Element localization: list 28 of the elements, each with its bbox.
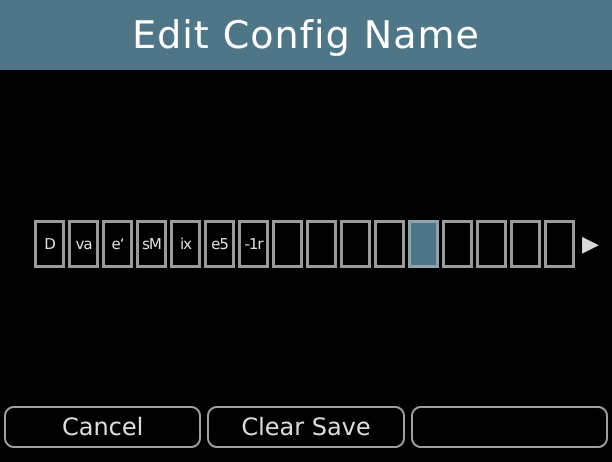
next-arrow[interactable]: ▶ [582, 228, 599, 260]
character-text: e5 [211, 234, 228, 255]
character-cell[interactable] [272, 220, 303, 268]
character-text: sM [142, 234, 161, 255]
character-cell[interactable] [510, 220, 541, 268]
character-cell[interactable] [442, 220, 473, 268]
character-text: e‘ [112, 234, 124, 255]
character-cell[interactable] [340, 220, 371, 268]
character-cell[interactable]: e5 [204, 220, 235, 268]
character-cell[interactable] [306, 220, 337, 268]
character-cell[interactable] [374, 220, 405, 268]
softkey-button[interactable]: Cancel [4, 406, 202, 448]
character-cell[interactable]: e‘ [102, 220, 133, 268]
character-cell[interactable] [544, 220, 575, 268]
character-cell[interactable]: D [34, 220, 65, 268]
character-text: D [44, 234, 55, 255]
character-cell[interactable] [408, 220, 439, 268]
character-text: ix [180, 234, 192, 255]
character-cell[interactable]: ix [170, 220, 201, 268]
character-cell[interactable]: sM [136, 220, 167, 268]
character-cell[interactable] [476, 220, 507, 268]
character-text: va [75, 234, 92, 255]
character-cell[interactable]: va [68, 220, 99, 268]
softkey-frame[interactable] [410, 406, 608, 448]
character-text: -1r [244, 234, 263, 255]
character-cell[interactable]: -1r [238, 220, 269, 268]
softkey-button[interactable]: Clear Save [207, 406, 405, 448]
screen-title: Edit Config Name [132, 12, 480, 58]
